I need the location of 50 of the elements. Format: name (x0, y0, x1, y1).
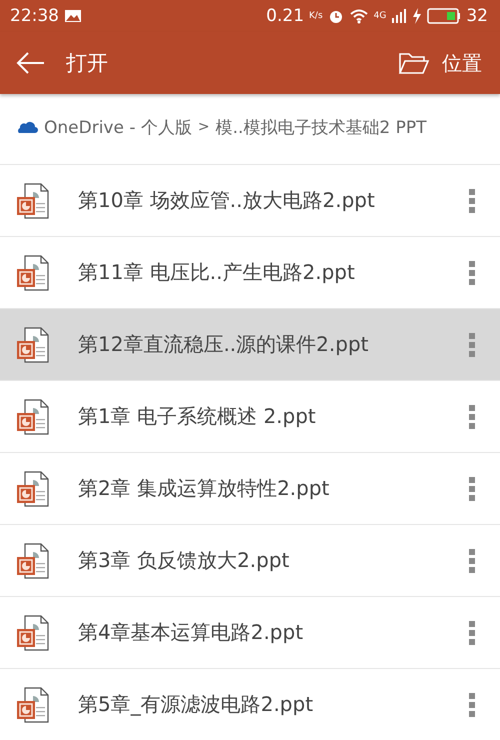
file-row[interactable]: 第2章 集成运算放特性2.ppt (0, 452, 500, 524)
ppt-file-icon (16, 182, 50, 220)
ppt-file-icon (16, 614, 50, 652)
charging-icon (412, 8, 422, 24)
ppt-file-icon (16, 398, 50, 436)
file-name: 第4章基本运算电路2.ppt (78, 619, 304, 646)
battery-level: 32 (466, 6, 488, 26)
file-row[interactable]: 第1章 电子系统概述 2.ppt (0, 380, 500, 452)
folder-icon (398, 51, 430, 75)
more-options-icon[interactable] (468, 404, 476, 430)
file-row[interactable]: 第5章_有源滤波电路2.ppt (0, 668, 500, 740)
more-options-icon[interactable] (468, 692, 476, 718)
battery-icon (427, 8, 462, 24)
clock-time: 22:38 (10, 6, 59, 26)
more-options-icon[interactable] (468, 188, 476, 214)
file-row[interactable]: 第4章基本运算电路2.ppt (0, 596, 500, 668)
breadcrumb-folder[interactable]: 模..模拟电子技术基础2 PPT (216, 116, 427, 138)
more-options-icon[interactable] (468, 332, 476, 358)
wifi-icon (348, 8, 369, 24)
ppt-file-icon (16, 254, 50, 292)
file-name: 第10章 场效应管..放大电路2.ppt (78, 187, 376, 214)
ppt-file-icon (16, 470, 50, 508)
file-row[interactable]: 第12章直流稳压..源的课件2.ppt (0, 308, 500, 380)
location-button[interactable]: 位置 (398, 50, 482, 76)
ppt-file-icon (16, 326, 50, 364)
file-name: 第1章 电子系统概述 2.ppt (78, 403, 317, 430)
image-icon (64, 9, 82, 23)
file-name: 第12章直流稳压..源的课件2.ppt (78, 331, 370, 358)
ppt-file-icon (16, 686, 50, 724)
network-speed: 0.21 (266, 6, 304, 26)
more-options-icon[interactable] (468, 620, 476, 646)
breadcrumb-root[interactable]: OneDrive - 个人版 (44, 116, 192, 138)
breadcrumb-separator: > (198, 119, 210, 135)
page-title: 打开 (66, 50, 108, 77)
network-type: 4G (374, 11, 386, 21)
more-options-icon[interactable] (468, 548, 476, 574)
speed-unit: K/s (309, 11, 323, 21)
file-name: 第5章_有源滤波电路2.ppt (78, 691, 314, 718)
signal-icon (391, 8, 408, 24)
file-row[interactable]: 第10章 场效应管..放大电路2.ppt (0, 164, 500, 236)
alarm-icon (328, 8, 344, 24)
back-arrow-icon[interactable] (16, 51, 46, 75)
file-name: 第3章 负反馈放大2.ppt (78, 547, 290, 574)
cloud-icon (16, 120, 38, 134)
file-name: 第2章 集成运算放特性2.ppt (78, 475, 330, 502)
file-name: 第11章 电压比..产生电路2.ppt (78, 259, 356, 286)
ppt-file-icon (16, 542, 50, 580)
more-options-icon[interactable] (468, 476, 476, 502)
more-options-icon[interactable] (468, 260, 476, 286)
file-row[interactable]: 第3章 负反馈放大2.ppt (0, 524, 500, 596)
